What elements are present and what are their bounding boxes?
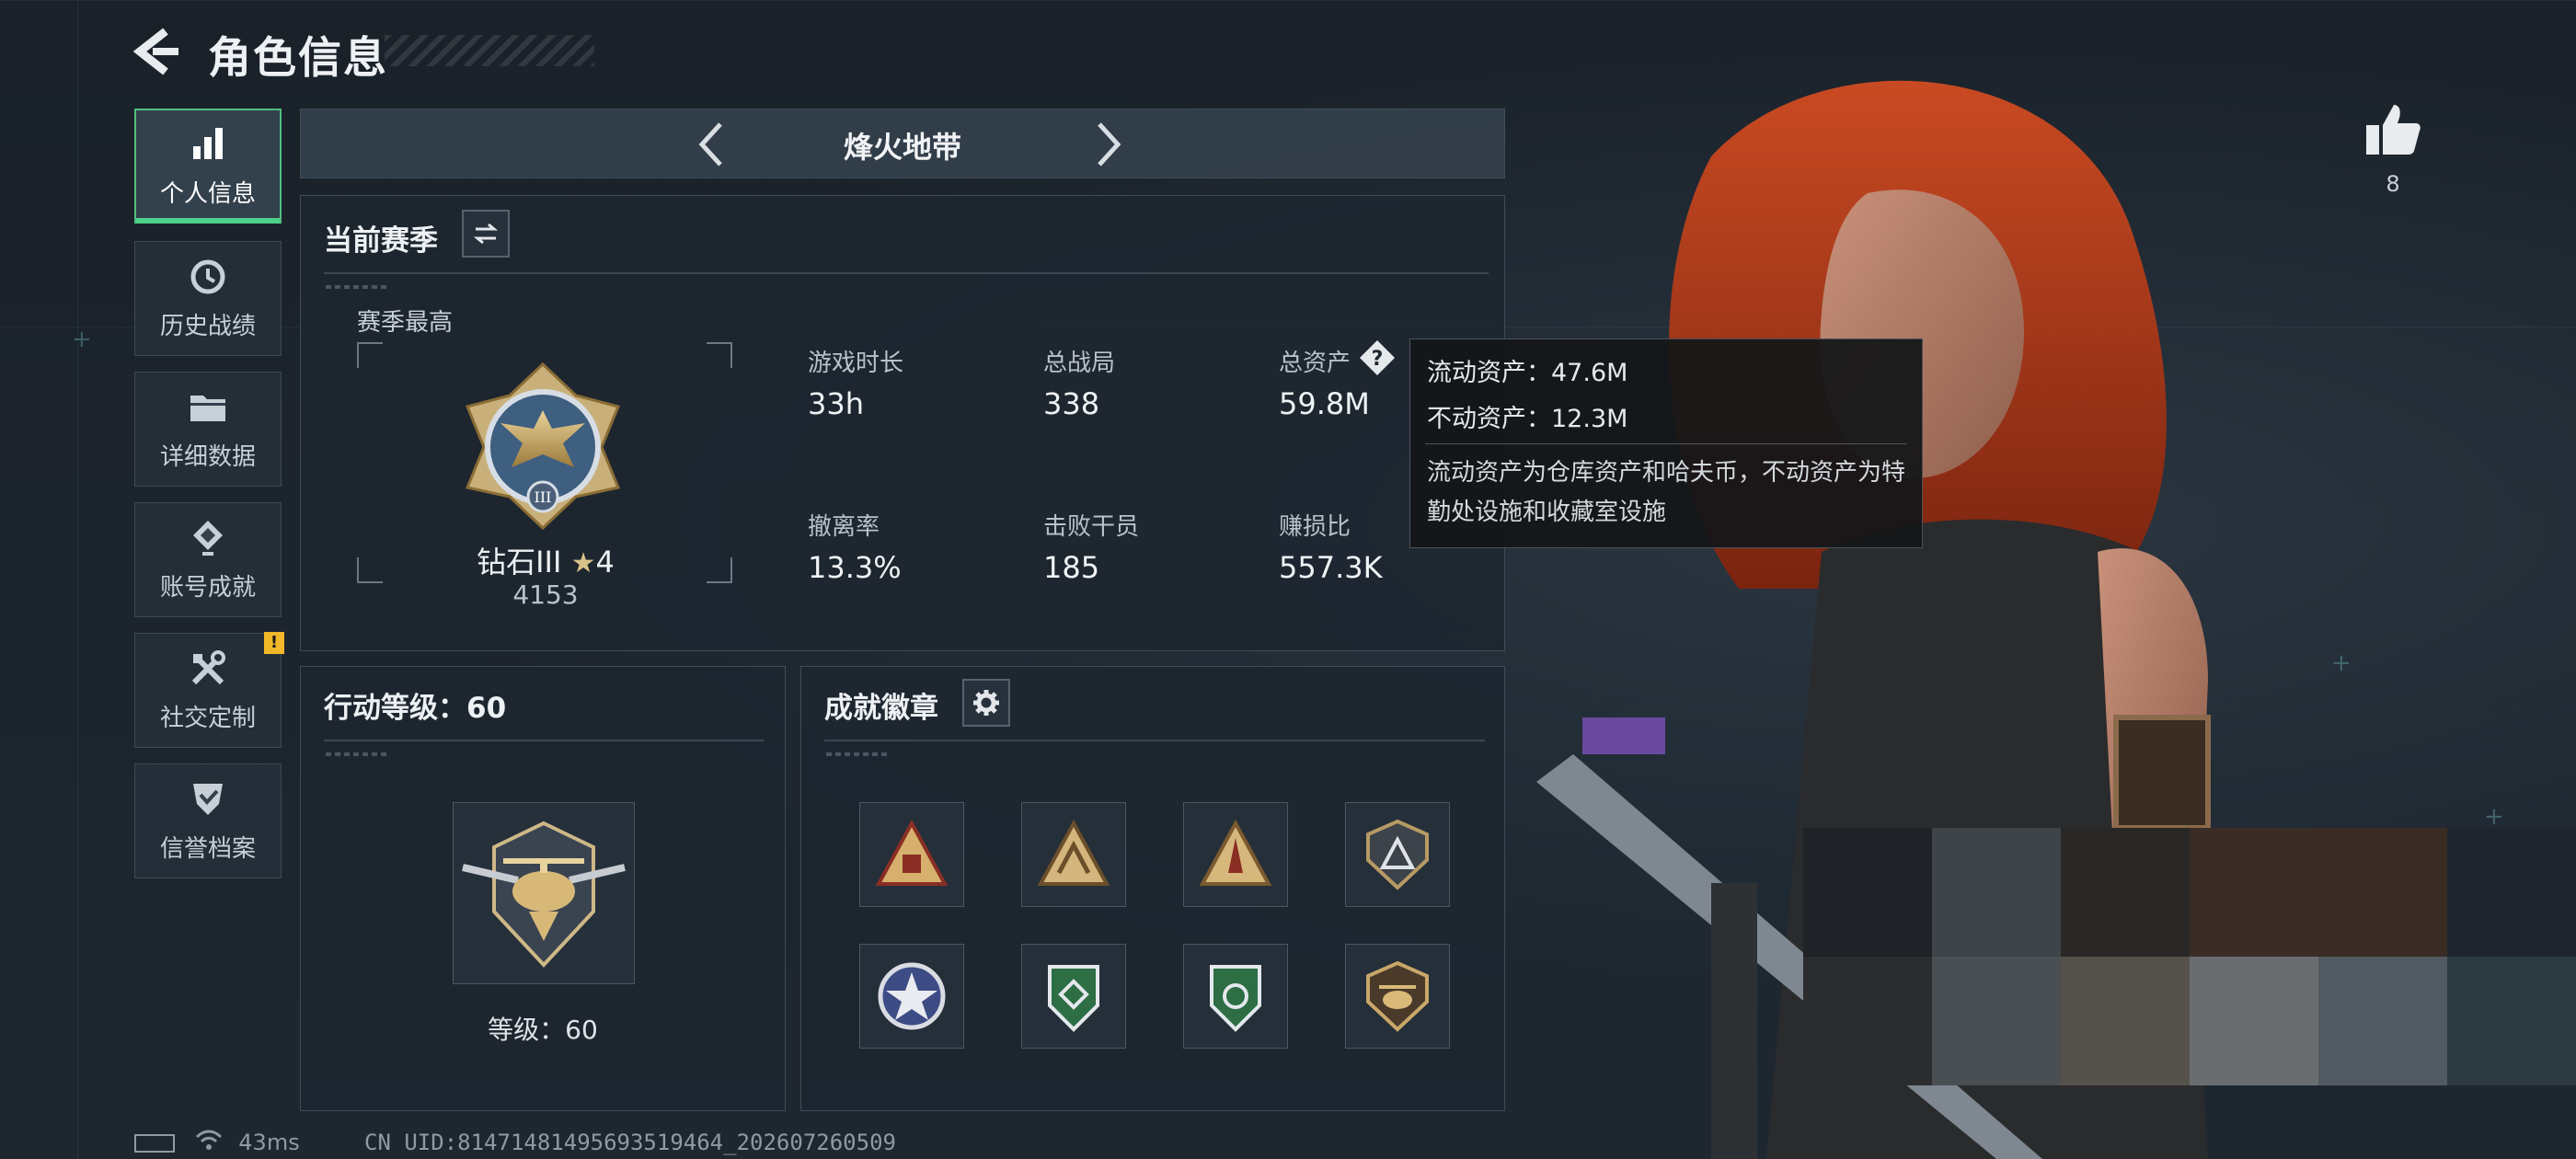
mode-selector: 烽火地带	[300, 109, 1505, 178]
divider	[824, 740, 1485, 741]
divider	[1425, 443, 1907, 444]
shield-badge-green-icon	[1210, 965, 1261, 1032]
sidebar-item-label: 社交定制	[159, 705, 256, 732]
user-uid: CN UID:8147148149569351946​4_20260726050…	[364, 1130, 896, 1155]
assets-tooltip: 流动资产：47.6M 不动资产：12.3M 流动资产为仓库资产和哈夫币，不动资产…	[1409, 339, 1923, 548]
like-count: 8	[2386, 171, 2400, 197]
star-badge-icon	[878, 962, 946, 1030]
grid-line	[77, 0, 78, 1159]
triangle-badge-icon	[1037, 819, 1110, 886]
stat-label: 总资产	[1279, 350, 1351, 377]
wifi-icon	[195, 1130, 223, 1157]
switch-season-button[interactable]	[462, 210, 510, 258]
cross-marker: +	[72, 326, 92, 353]
stat-label: 击败干员	[1043, 513, 1140, 541]
page-title: 角色信息	[208, 33, 388, 84]
liquid-assets: 流动资产：47.6M	[1427, 359, 1628, 387]
pixelated-area	[1803, 828, 2576, 1085]
thumbs-up-icon	[2366, 105, 2421, 155]
helicopter-emblem-icon	[462, 820, 626, 968]
level-label: 等级：60	[488, 1015, 598, 1045]
season-title: 当前赛季	[324, 224, 438, 258]
fixed-assets: 不动资产：12.3M	[1427, 405, 1628, 433]
history-icon	[187, 256, 229, 298]
ping-value: 43ms	[238, 1130, 300, 1155]
rank-emblem-icon: III	[456, 359, 629, 532]
rank-name-row: 钻石III ★4	[449, 539, 642, 581]
sidebar-item-social[interactable]: 社交定制 !	[134, 632, 284, 748]
sidebar-item-history[interactable]: 历史战绩	[134, 241, 282, 356]
back-button[interactable]	[129, 24, 186, 79]
achievement-badge[interactable]	[859, 944, 964, 1049]
stat-label: 总战局	[1043, 350, 1116, 377]
like-button[interactable]	[2363, 99, 2423, 160]
sidebar-item-label: 历史战绩	[159, 313, 256, 340]
stat-value: 338	[1043, 386, 1100, 421]
status-bar: 43ms	[134, 1130, 300, 1157]
folder-icon	[187, 386, 229, 429]
divider-decoration	[326, 285, 390, 289]
sidebar-item-achievements[interactable]: 账号成就	[134, 502, 282, 617]
battery-icon	[134, 1134, 175, 1153]
triangle-badge-icon	[875, 819, 949, 886]
stat-value: 13.3%	[808, 550, 902, 585]
sidebar-item-label: 详细数据	[159, 443, 256, 471]
chevron-right-icon	[1098, 122, 1121, 166]
stat-value: 557.3K	[1279, 550, 1383, 585]
achievement-badge[interactable]	[1345, 944, 1450, 1049]
sidebar-item-detailed-data[interactable]: 详细数据	[134, 372, 282, 487]
svg-text:III: III	[535, 488, 552, 506]
achievement-badge[interactable]	[1021, 802, 1126, 907]
divider-decoration	[326, 752, 390, 756]
sidebar-item-label: 个人信息	[159, 180, 256, 208]
rocket-badge-icon	[1199, 819, 1272, 886]
warning-badge: !	[264, 632, 284, 654]
achievements-title: 成就徽章	[824, 692, 938, 725]
stat-label: 撤离率	[808, 513, 880, 541]
divider-decoration	[826, 752, 891, 756]
sidebar-item-personal-info[interactable]: 个人信息	[134, 109, 282, 224]
back-arrow-icon	[132, 28, 178, 75]
achievement-badge[interactable]	[1183, 944, 1288, 1049]
assets-description: 流动资产为仓库资产和哈夫币，不动资产为特勤处设施和收藏室设施	[1427, 459, 1906, 526]
shield-check-icon	[187, 778, 229, 820]
tools-icon	[187, 648, 229, 690]
achievement-badge[interactable]	[1021, 944, 1126, 1049]
stat-value: 33h	[808, 386, 864, 421]
help-icon[interactable]: ?	[1358, 339, 1397, 377]
shield-badge-green-icon	[1048, 965, 1099, 1032]
rank-name: 钻石III	[477, 545, 562, 580]
action-level-title: 行动等级：60	[324, 692, 507, 725]
star-icon: ★	[570, 547, 596, 580]
achievements-settings-button[interactable]	[962, 679, 1010, 727]
divider	[324, 740, 764, 741]
character-portrait	[1435, 74, 2576, 1159]
swap-icon	[473, 223, 499, 245]
next-mode-button[interactable]	[1081, 119, 1133, 170]
grid-line	[0, 0, 2576, 1]
sidebar-item-reputation[interactable]: 信誉档案	[134, 763, 282, 878]
stat-value: 59.8M	[1279, 386, 1370, 421]
shield-badge-icon	[1366, 819, 1429, 890]
level-emblem-frame	[453, 802, 635, 984]
gear-icon	[973, 690, 999, 716]
achievement-badge[interactable]	[1345, 802, 1450, 907]
bar-chart-icon	[187, 123, 229, 166]
rank-score: 4153	[512, 580, 579, 610]
stat-label: 赚损比	[1279, 513, 1351, 541]
sidebar-item-label: 信誉档案	[159, 835, 256, 863]
stat-label: 游戏时长	[808, 350, 904, 377]
divider	[324, 272, 1489, 274]
achievement-badge[interactable]	[859, 802, 964, 907]
season-best-label: 赛季最高	[357, 309, 454, 337]
stat-value: 185	[1043, 550, 1100, 585]
rank-stars: 4	[595, 545, 615, 580]
achievement-icon	[187, 517, 229, 559]
sidebar-item-label: 账号成就	[159, 574, 256, 602]
svg-text:?: ?	[1372, 348, 1384, 371]
helicopter-badge-icon	[1366, 960, 1429, 1032]
achievement-badge[interactable]	[1183, 802, 1288, 907]
title-decoration	[385, 35, 594, 66]
mode-title: 烽火地带	[843, 130, 961, 165]
